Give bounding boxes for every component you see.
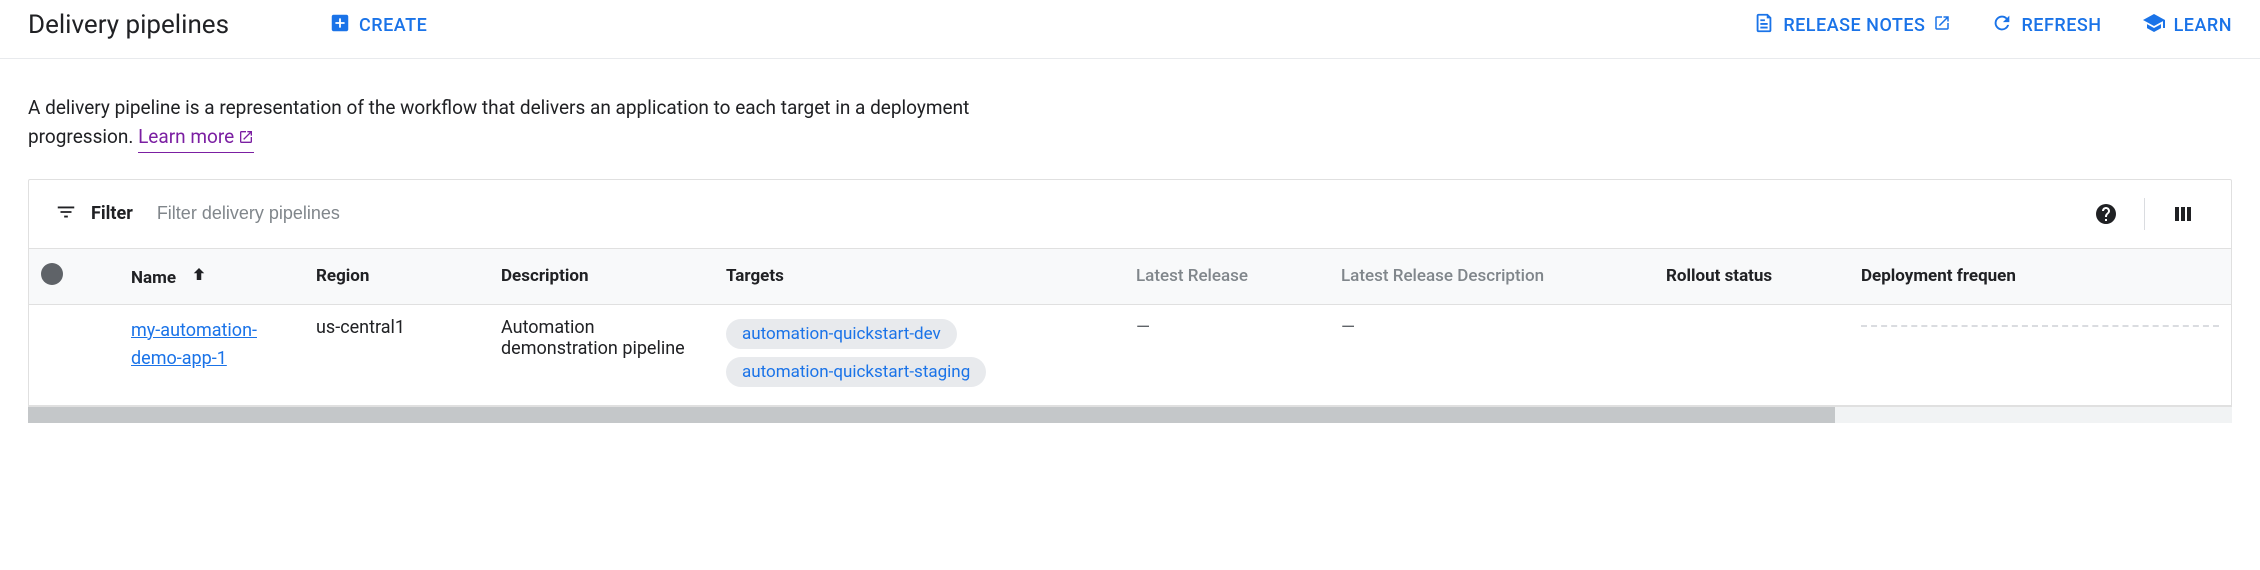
target-chip[interactable]: automation-quickstart-dev <box>726 319 957 349</box>
plus-box-icon <box>329 12 351 39</box>
table-row: my-automation-demo-app-1 us-central1 Aut… <box>29 304 2231 405</box>
learn-label: LEARN <box>2174 15 2232 36</box>
refresh-button[interactable]: REFRESH <box>1991 12 2101 39</box>
col-latest-release-desc[interactable]: Latest Release Description <box>1329 249 1654 305</box>
filter-list-icon <box>55 201 77 227</box>
header-bar: Delivery pipelines CREATE RELEASE NOTES … <box>0 0 2260 59</box>
cell-name: my-automation-demo-app-1 <box>119 304 304 405</box>
cell-latest-release: — <box>1124 304 1329 405</box>
col-deployment-freq[interactable]: Deployment frequen <box>1849 249 2231 305</box>
col-status <box>29 249 119 305</box>
cell-description: Automation demonstration pipeline <box>489 304 714 405</box>
col-latest-release-label: Latest Release <box>1136 266 1248 286</box>
col-name-label: Name <box>131 268 176 288</box>
learn-more-label: Learn more <box>138 122 234 151</box>
cell-deployment-freq <box>1849 304 2231 405</box>
cell-region: us-central1 <box>304 304 489 405</box>
description-block: A delivery pipeline is a representation … <box>0 59 1000 179</box>
description-text: A delivery pipeline is a representation … <box>28 93 972 153</box>
status-dot-icon <box>41 263 63 285</box>
filter-input[interactable] <box>157 203 2084 224</box>
col-rollout-status-label: Rollout status <box>1666 266 1772 286</box>
table-container: Filter Name <box>28 179 2232 407</box>
refresh-label: REFRESH <box>2021 15 2101 36</box>
pipeline-name-link[interactable]: my-automation-demo-app-1 <box>131 320 257 369</box>
col-latest-release-desc-label: Latest Release Description <box>1341 266 1544 286</box>
cell-targets: automation-quickstart-dev automation-qui… <box>714 304 1124 405</box>
col-rollout-status[interactable]: Rollout status <box>1654 249 1849 305</box>
learn-more-link[interactable]: Learn more <box>138 122 254 152</box>
target-chip[interactable]: automation-quickstart-staging <box>726 357 986 387</box>
create-label: CREATE <box>359 15 427 36</box>
learn-button[interactable]: LEARN <box>2142 11 2232 40</box>
col-region-label: Region <box>316 266 369 286</box>
help-button[interactable] <box>2084 192 2128 236</box>
external-link-icon <box>238 129 254 145</box>
graduation-cap-icon <box>2142 11 2166 40</box>
notes-icon <box>1753 12 1775 39</box>
column-chooser-button[interactable] <box>2161 192 2205 236</box>
header-actions-left: CREATE <box>329 12 427 39</box>
col-region[interactable]: Region <box>304 249 489 305</box>
col-latest-release[interactable]: Latest Release <box>1124 249 1329 305</box>
freq-placeholder <box>1861 325 2219 327</box>
release-notes-button[interactable]: RELEASE NOTES <box>1753 12 1951 39</box>
view-column-icon <box>2171 202 2195 226</box>
refresh-icon <box>1991 12 2013 39</box>
cell-latest-release-desc: — <box>1329 304 1654 405</box>
table-header-row: Name Region Description Targets Latest R… <box>29 249 2231 305</box>
page-title: Delivery pipelines <box>28 10 229 40</box>
external-link-icon <box>1933 14 1951 37</box>
col-name[interactable]: Name <box>119 249 304 305</box>
help-circle-icon <box>2094 202 2118 226</box>
arrow-up-icon <box>190 268 208 288</box>
pipelines-table: Name Region Description Targets Latest R… <box>29 249 2231 406</box>
col-description[interactable]: Description <box>489 249 714 305</box>
create-button[interactable]: CREATE <box>329 12 427 39</box>
filter-toolbar <box>2084 192 2205 236</box>
col-description-label: Description <box>501 266 588 286</box>
release-notes-label: RELEASE NOTES <box>1783 15 1925 36</box>
cell-rollout-status <box>1654 304 1849 405</box>
col-targets[interactable]: Targets <box>714 249 1124 305</box>
scrollbar-thumb[interactable] <box>28 407 1835 423</box>
filter-label: Filter <box>91 203 133 224</box>
latest-release-desc-value: — <box>1341 317 1355 338</box>
horizontal-scrollbar[interactable] <box>28 407 2232 423</box>
filter-bar: Filter <box>29 180 2231 249</box>
divider <box>2144 198 2145 230</box>
col-targets-label: Targets <box>726 266 784 286</box>
header-actions-right: RELEASE NOTES REFRESH LEARN <box>1753 11 2232 40</box>
cell-status <box>29 304 119 405</box>
col-deployment-freq-label: Deployment frequen <box>1861 266 2016 286</box>
latest-release-value: — <box>1136 317 1150 338</box>
